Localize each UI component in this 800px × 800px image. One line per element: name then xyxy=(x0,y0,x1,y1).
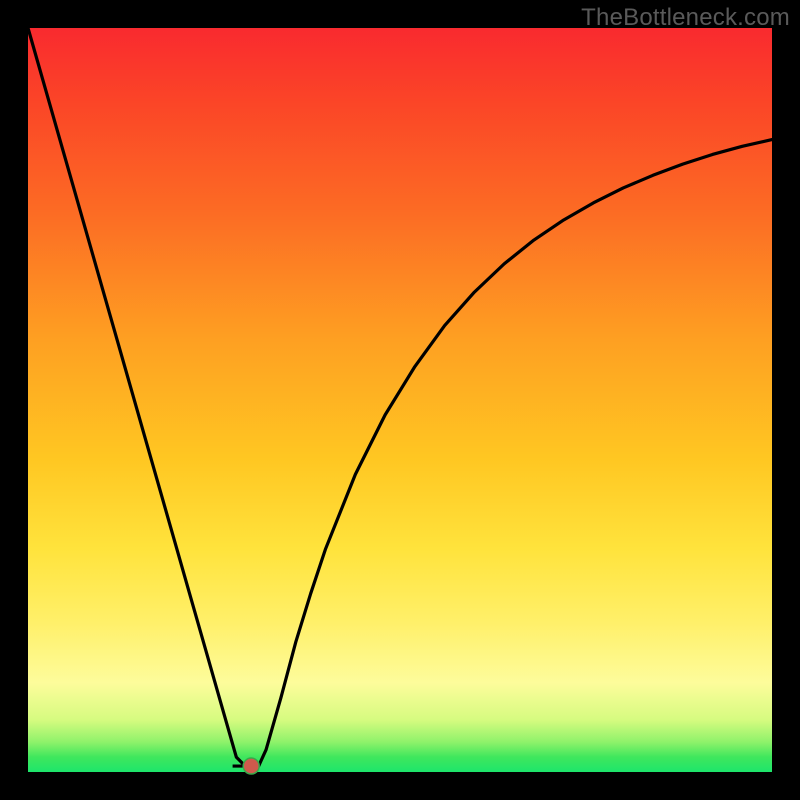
minimum-marker-dot xyxy=(243,758,259,774)
plot-area xyxy=(28,28,772,772)
bottleneck-curve-svg xyxy=(28,28,772,772)
watermark-text: TheBottleneck.com xyxy=(581,4,790,32)
bottleneck-curve-path xyxy=(28,28,772,766)
chart-frame: TheBottleneck.com xyxy=(0,0,800,800)
